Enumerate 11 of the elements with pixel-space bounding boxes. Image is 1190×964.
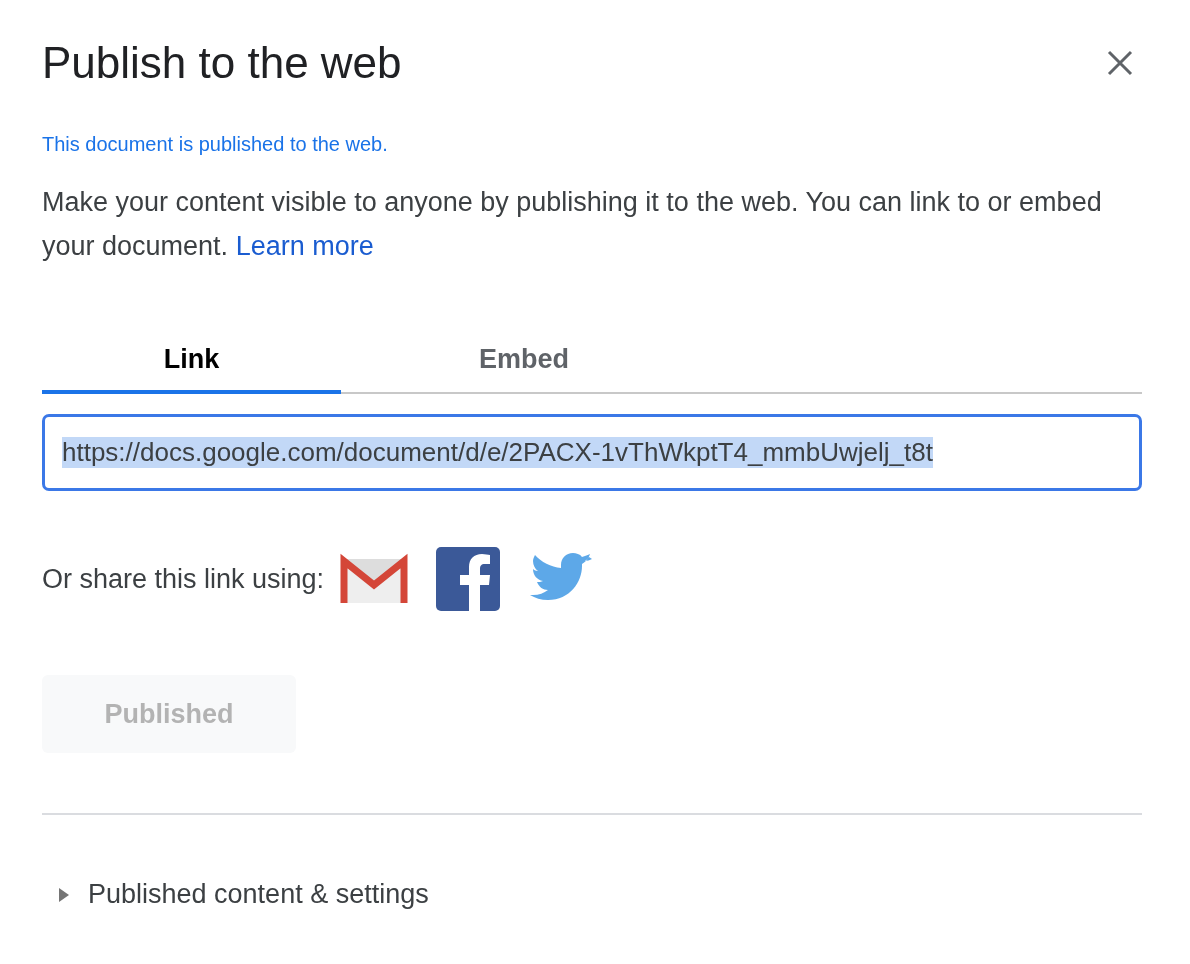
tab[interactable]: Embed [341,334,707,394]
dialog-title: Publish to the web [42,38,402,88]
settings-expander[interactable]: Published content & settings [42,879,429,910]
link-field[interactable]: https://docs.google.com/document/d/e/2PACX-1vThWkptT4_mmbUwjelj_t8t [42,414,1142,491]
facebook-icon[interactable] [434,545,503,613]
tab[interactable]: Link [42,334,341,394]
published-status: This document is published to the web. [42,133,389,156]
learn-more-link[interactable]: Learn more [235,231,374,261]
close-icon[interactable] [1106,49,1134,77]
share-label: Or share this link using: [42,563,325,595]
description-text: Make your content visible to anyone by publishing it to the web. You can link to or embed your document. Learn more [42,186,1103,263]
